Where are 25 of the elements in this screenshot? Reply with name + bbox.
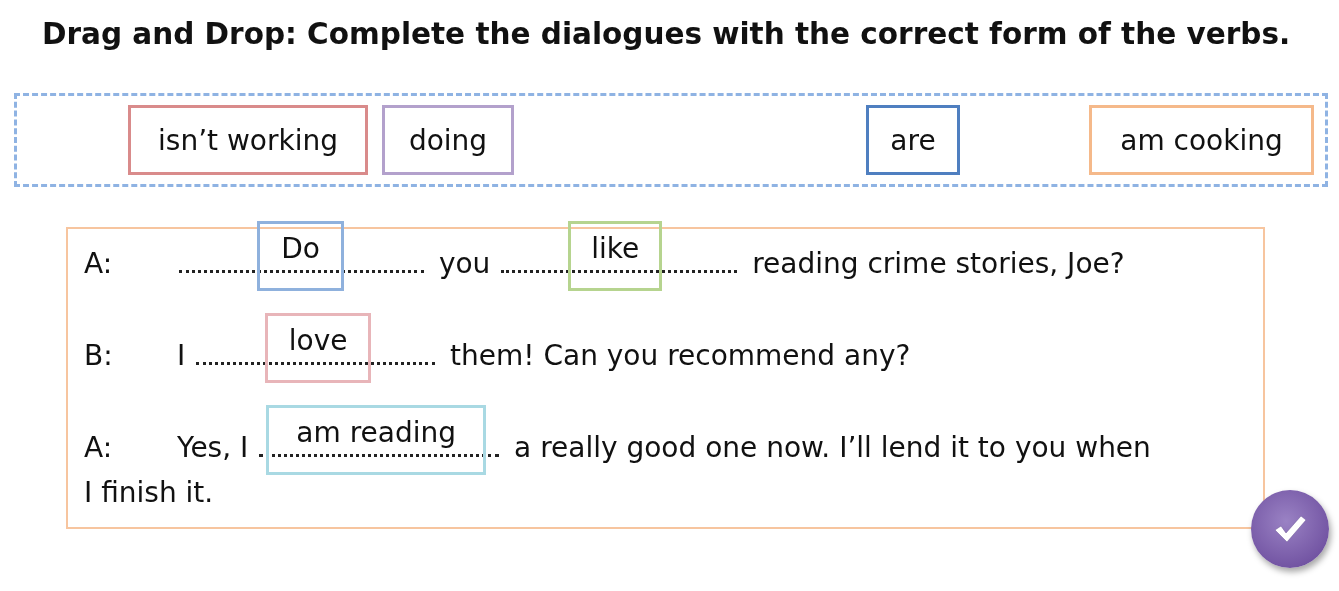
speaker-label: A:	[84, 430, 114, 466]
word-chip[interactable]: am cooking	[1089, 105, 1314, 175]
checkmark-icon	[1272, 514, 1308, 544]
dialogue-text: reading crime stories, Joe?	[752, 247, 1125, 280]
dialogue-text: I finish it.	[84, 476, 214, 509]
answer-chip[interactable]: love	[265, 313, 372, 383]
word-chip[interactable]: are	[866, 105, 960, 175]
answer-chip[interactable]: like	[568, 221, 663, 291]
dialogue-text: I	[177, 339, 186, 372]
fill-in-line[interactable]	[259, 454, 500, 457]
answer-chip[interactable]: Do	[257, 221, 344, 291]
check-button[interactable]	[1251, 490, 1329, 568]
fill-in-line[interactable]	[196, 362, 436, 365]
dialogue-text: a really good one now. I’ll lend it to you when	[514, 431, 1151, 464]
dialogue-text: Yes, I	[177, 431, 249, 464]
fill-in-line[interactable]	[179, 270, 424, 273]
speaker-label: B:	[84, 338, 114, 374]
speaker-label: A:	[84, 246, 114, 282]
dialogue-text: you	[438, 247, 491, 280]
word-chip[interactable]: isn’t working	[128, 105, 368, 175]
dialogue-text: them! Can you recommend any?	[450, 339, 911, 372]
answer-chip[interactable]: am reading	[266, 405, 487, 475]
instruction-title: Drag and Drop: Complete the dialogues with the correct form of the verbs.	[42, 16, 1291, 53]
fill-in-line[interactable]	[501, 270, 738, 273]
word-chip[interactable]: doing	[382, 105, 514, 175]
